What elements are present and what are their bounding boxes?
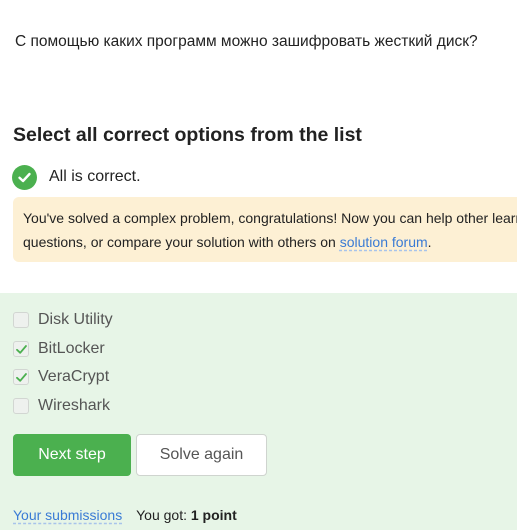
- option-label: Wireshark: [38, 397, 111, 414]
- feedback-line-1: You've solved a complex problem, congrat…: [23, 210, 517, 226]
- option-veracrypt[interactable]: VeraCrypt: [13, 367, 109, 387]
- result-status: All is correct.: [12, 164, 141, 190]
- checkbox-checked[interactable]: [13, 341, 29, 357]
- success-check-icon: [12, 164, 37, 190]
- checkbox-checked[interactable]: [13, 369, 29, 385]
- score-label: You got:: [136, 507, 187, 523]
- option-label: BitLocker: [38, 340, 105, 357]
- checkmark-icon: [15, 372, 27, 382]
- feedback-line-2: questions, or compare your solution with…: [23, 230, 517, 254]
- submission-footer: Your submissions You got: 1 point: [13, 507, 237, 523]
- question-text: С помощью каких программ можно зашифрова…: [15, 33, 478, 50]
- option-label: VeraCrypt: [38, 368, 110, 385]
- feedback-line-2-text: questions, or compare your solution with…: [23, 234, 340, 250]
- option-bitlocker[interactable]: BitLocker: [13, 339, 105, 359]
- next-step-button[interactable]: Next step: [13, 434, 131, 476]
- feedback-line-2-end: .: [427, 234, 432, 250]
- solution-forum-link[interactable]: solution forum: [340, 234, 428, 250]
- checkbox-unchecked[interactable]: [13, 398, 29, 414]
- option-label: Disk Utility: [38, 311, 113, 328]
- option-disk-utility[interactable]: Disk Utility: [13, 310, 113, 330]
- feedback-box: You've solved a complex problem, congrat…: [13, 197, 517, 262]
- status-text: All is correct.: [49, 168, 141, 185]
- score-value: 1 point: [190, 507, 237, 523]
- checkmark-icon: [15, 344, 27, 354]
- solve-again-button[interactable]: Solve again: [136, 434, 267, 476]
- checkbox-unchecked[interactable]: [13, 312, 29, 328]
- step-page: С помощью каких программ можно зашифрова…: [0, 0, 517, 530]
- your-submissions-link[interactable]: Your submissions: [13, 507, 122, 523]
- option-wireshark[interactable]: Wireshark: [13, 396, 110, 416]
- instruction-heading: Select all correct options from the list: [13, 124, 362, 146]
